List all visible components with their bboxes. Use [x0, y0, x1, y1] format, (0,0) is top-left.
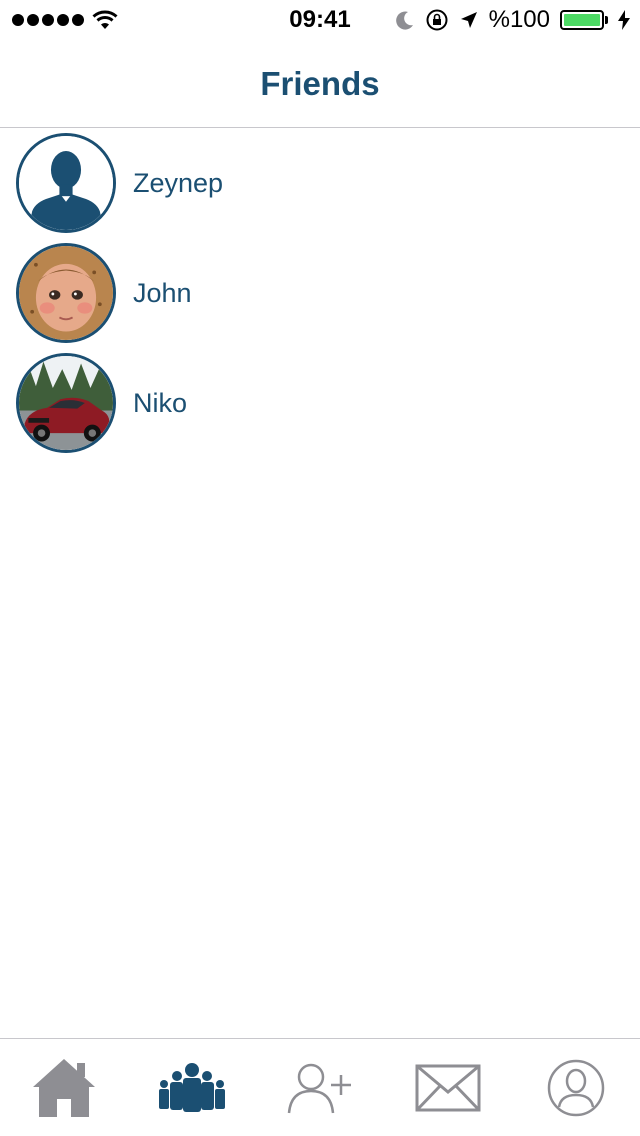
tab-add-friend[interactable] [256, 1039, 384, 1136]
location-arrow-icon [460, 12, 477, 28]
avatar [16, 133, 116, 233]
navigation-bar: Friends [0, 40, 640, 128]
default-silhouette-icon [19, 136, 113, 230]
friend-row-niko[interactable]: Niko [0, 348, 640, 458]
friends-screen: 09:41 %100 Friends Zeynep John Niko [0, 0, 640, 1136]
tab-profile[interactable] [512, 1039, 640, 1136]
avatar [16, 243, 116, 343]
friend-name: Niko [133, 387, 188, 418]
tab-friends[interactable] [128, 1039, 256, 1136]
status-left [12, 10, 118, 30]
rotation-lock-icon [426, 9, 448, 31]
add-friend-icon [287, 1063, 351, 1113]
home-icon [33, 1058, 95, 1117]
tab-home[interactable] [0, 1039, 128, 1136]
friend-row-zeynep[interactable]: Zeynep [0, 128, 640, 238]
friends-list: Zeynep John Niko [0, 128, 640, 458]
tab-messages[interactable] [384, 1039, 512, 1136]
friends-group-icon [159, 1062, 225, 1112]
status-right: %100 [395, 6, 630, 34]
friend-row-john[interactable]: John [0, 238, 640, 348]
red-car-photo-image [19, 356, 113, 450]
friend-name: Zeynep [133, 167, 224, 198]
avatar [16, 353, 116, 453]
moon-icon [395, 11, 413, 30]
mail-icon [415, 1064, 481, 1111]
signal-strength-icon [12, 14, 84, 26]
battery-percent: %100 [488, 6, 550, 33]
profile-icon [547, 1059, 605, 1116]
baby-photo-image [19, 246, 113, 340]
friend-name: John [133, 277, 192, 308]
page-title: Friends [260, 64, 380, 102]
wifi-icon [92, 10, 118, 29]
tab-bar [0, 1038, 640, 1136]
status-bar: 09:41 %100 [0, 0, 640, 40]
charging-bolt-icon [618, 10, 630, 30]
battery-icon [560, 10, 608, 30]
